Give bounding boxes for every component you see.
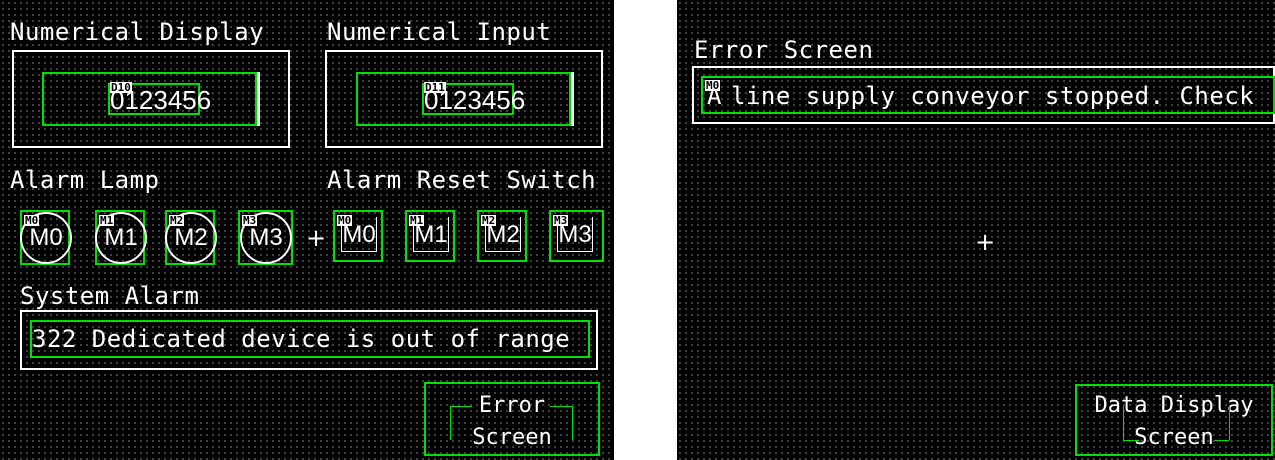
center-crosshair-icon: +	[306, 224, 327, 252]
alarm-lamp-m2: M2 M2	[165, 210, 217, 265]
numerical-display-field: 0123456 D10	[42, 72, 260, 126]
numerical-input-field[interactable]: 0123456 D11	[356, 72, 574, 126]
alarm-message: line supply conveyor stopped. Check	[731, 82, 1255, 110]
button-bevel-edge	[1229, 406, 1230, 440]
reset-switch-m3[interactable]: M3 M3	[549, 210, 604, 262]
button-bevel-line	[1123, 440, 1139, 441]
reset-switch-m2[interactable]: M2 M2	[477, 210, 527, 262]
alarm-lamp-m0: M0 M0	[20, 210, 72, 265]
alarm-history-row[interactable]: A line supply conveyor stopped. Check M0	[701, 76, 1275, 114]
data-display-screen-button[interactable]: Data Display Screen	[1075, 384, 1273, 456]
alarm-lamp-title: Alarm Lamp	[10, 166, 160, 194]
error-screen-title: Error Screen	[694, 36, 874, 64]
lamp-device-tag: M1	[99, 214, 115, 227]
lamp-device-tag: M2	[169, 214, 185, 227]
switch-device-tag: M1	[409, 214, 425, 227]
input-edge	[571, 72, 574, 126]
switch-device-tag: M0	[337, 214, 353, 227]
button-bevel-line	[450, 406, 472, 407]
reset-switch-m1[interactable]: M1 M1	[405, 210, 455, 262]
system-alarm-field: 322 Dedicated device is out of range	[30, 320, 590, 358]
button-bevel-edge	[450, 406, 451, 440]
system-alarm-message: 322 Dedicated device is out of range	[32, 325, 571, 353]
alarm-lamp-m3: M3 M3	[238, 210, 293, 265]
data-display-button-line1: Data Display	[1094, 393, 1254, 418]
button-bevel-line	[550, 406, 572, 407]
button-bevel-edge	[1123, 406, 1124, 440]
numerical-input-title: Numerical Input	[327, 18, 552, 46]
center-crosshair-icon: +	[975, 228, 996, 256]
numerical-display-title: Numerical Display	[10, 18, 265, 46]
button-bevel-line	[1215, 440, 1229, 441]
display-edge	[257, 72, 260, 126]
button-bevel-edge	[572, 406, 573, 440]
numerical-display-device-tag: D10	[110, 81, 132, 94]
error-screen-button[interactable]: Error Screen	[424, 382, 600, 456]
switch-device-tag: M3	[553, 214, 569, 227]
data-display-button-line2: Screen	[1134, 425, 1214, 450]
numerical-input-device-tag: D11	[424, 81, 446, 94]
switch-device-tag: M2	[481, 214, 497, 227]
alarm-reset-switch-title: Alarm Reset Switch	[327, 166, 597, 194]
error-screen: Error Screen A line supply conveyor stop…	[677, 0, 1275, 460]
reset-switch-m0[interactable]: M0 M0	[333, 210, 383, 262]
lamp-device-tag: M3	[242, 214, 258, 227]
lamp-device-tag: M0	[24, 214, 40, 227]
system-alarm-title: System Alarm	[20, 282, 200, 310]
data-display-screen: Numerical Display Numerical Input 012345…	[0, 0, 614, 460]
alarm-device-tag: M0	[705, 79, 721, 92]
alarm-lamp-m1: M1 M1	[95, 210, 147, 265]
